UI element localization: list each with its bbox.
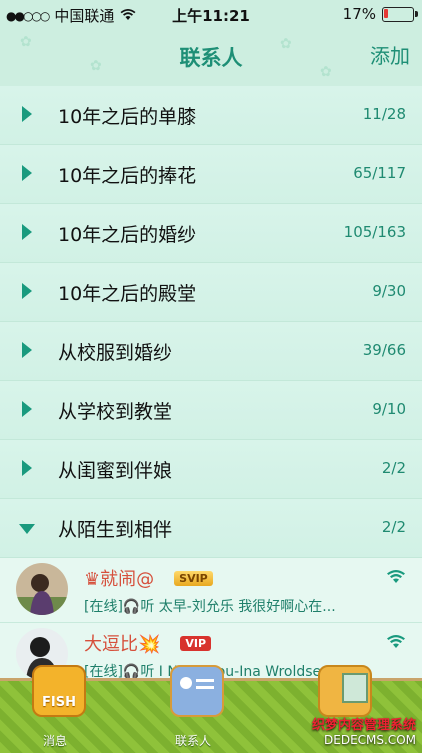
tab-bar: FISH 消息 联系人 织梦内容管理系统 DEDECMS.COM	[0, 665, 422, 753]
avatar	[16, 563, 68, 615]
group-name: 从学校到教堂	[58, 401, 173, 423]
tab-label: 联系人	[174, 734, 211, 748]
group-row[interactable]: 从校服到婚纱 39/66	[0, 322, 422, 381]
collapse-arrow-icon	[19, 524, 35, 534]
group-count: 11/28	[362, 105, 406, 123]
expand-arrow-icon	[22, 165, 32, 181]
svip-badge: SVIP	[174, 570, 213, 586]
group-row[interactable]: 10年之后的捧花 65/117	[0, 145, 422, 204]
group-row[interactable]: 10年之后的婚纱 105/163	[0, 204, 422, 263]
group-count: 39/66	[362, 341, 406, 359]
online-signal-icon	[386, 568, 406, 589]
battery-percent: 17%	[342, 5, 376, 23]
contact-list: 10年之后的单膝 11/28 10年之后的捧花 65/117 10年之后的婚纱 105…	[0, 86, 422, 688]
tab-messages[interactable]: FISH 消息	[10, 665, 100, 753]
group-count: 2/2	[381, 518, 406, 536]
group-name: 从校服到婚纱	[58, 342, 173, 364]
group-count: 9/30	[372, 282, 406, 300]
watermark-line2: DEDECMS.COM	[324, 733, 416, 747]
expand-arrow-icon	[22, 342, 32, 358]
online-signal-icon	[386, 633, 406, 654]
expand-arrow-icon	[22, 106, 32, 122]
watermark: 织梦内容管理系统 DEDECMS.COM	[311, 718, 416, 748]
expand-arrow-icon	[22, 283, 32, 299]
expand-arrow-icon	[22, 401, 32, 417]
fish-box-icon: FISH	[32, 665, 86, 717]
nav-bar: ✿ ✿ ✿ ✿ 联系人 添加	[0, 28, 422, 86]
status-bar: ●●○○○ 中国联通 上午11:21 17%	[0, 0, 422, 28]
group-name: 10年之后的捧花	[58, 165, 197, 187]
group-count: 2/2	[381, 459, 406, 477]
contact-card-icon	[170, 665, 224, 717]
group-name: 10年之后的单膝	[58, 106, 197, 128]
page-title: 联系人	[179, 46, 243, 70]
expand-arrow-icon	[22, 224, 32, 240]
expand-arrow-icon	[22, 460, 32, 476]
group-count: 9/10	[372, 400, 406, 418]
friend-name: 大逗比💥	[84, 634, 161, 655]
group-count: 65/117	[353, 164, 406, 182]
tab-contacts[interactable]: 联系人	[148, 665, 238, 753]
battery-icon	[382, 6, 418, 22]
group-row[interactable]: 10年之后的殿堂 9/30	[0, 263, 422, 322]
tab-label: 消息	[42, 734, 67, 748]
group-name: 10年之后的婚纱	[58, 224, 197, 246]
group-row[interactable]: 10年之后的单膝 11/28	[0, 86, 422, 145]
friend-status: [在线]🎧听 太早-刘允乐 我很好啊心在...	[84, 599, 336, 615]
group-name: 从陌生到相伴	[58, 519, 173, 541]
group-row[interactable]: 从闺蜜到伴娘 2/2	[0, 440, 422, 499]
group-name: 从闺蜜到伴娘	[58, 460, 173, 482]
add-button[interactable]: 添加	[370, 40, 410, 69]
group-count: 105/163	[343, 223, 406, 241]
cat-picture-icon	[318, 665, 372, 717]
watermark-line1: 织梦内容管理系统	[311, 718, 416, 733]
group-row[interactable]: 从学校到教堂 9/10	[0, 381, 422, 440]
friend-row[interactable]: ♛就闹@ SVIP [在线]🎧听 太早-刘允乐 我很好啊心在...	[0, 558, 422, 623]
vip-badge: VIP	[180, 635, 212, 651]
friend-name: ♛就闹@	[84, 569, 155, 590]
group-row-expanded[interactable]: 从陌生到相伴 2/2	[0, 499, 422, 558]
group-name: 10年之后的殿堂	[58, 283, 197, 305]
fish-label: FISH	[42, 695, 76, 710]
